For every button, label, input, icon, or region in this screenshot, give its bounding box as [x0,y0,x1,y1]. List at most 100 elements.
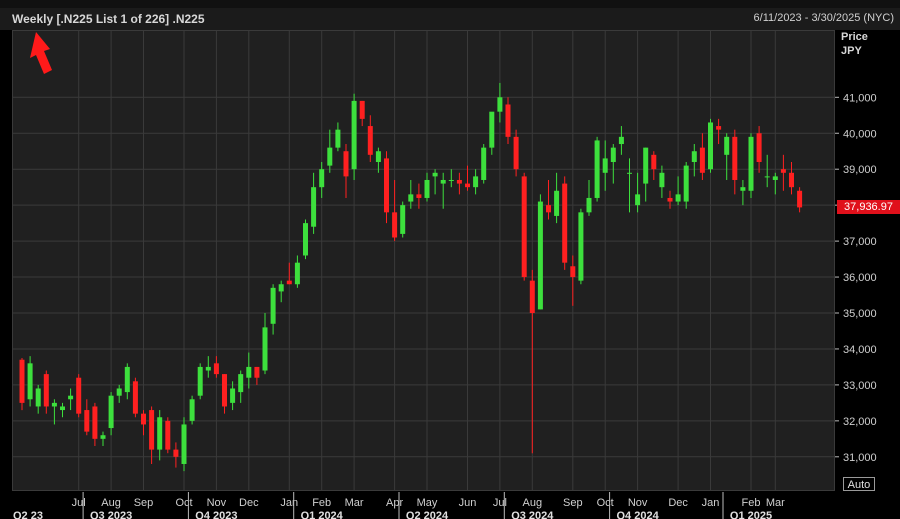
candle-body [392,212,398,238]
candle-body [699,147,705,173]
candle [570,255,576,306]
candle [108,392,114,436]
candle [294,255,300,288]
month-tick-label: Sep [563,497,583,509]
candle-body [489,111,495,148]
candle-body [173,449,179,457]
candle-body [92,406,98,439]
candle [303,219,308,260]
candle-body [343,151,349,177]
candle [124,363,130,400]
candle [554,172,560,224]
candle [732,129,738,195]
candle-body [594,140,600,198]
candle [699,133,705,180]
candle-body [424,179,430,198]
time-tick-labels: Jul Aug Sep Oct Nov Dec Jan Feb Mar Apr May Jun Jul A… [13,492,785,519]
candle [35,384,41,414]
candle [213,356,219,378]
auto-scale-button[interactable]: Auto [843,477,875,491]
candle-body [465,183,470,188]
candle-body [375,151,381,163]
month-tick-label: Apr [386,497,403,509]
candle-body [537,201,543,310]
candle-body [780,169,786,173]
candle-body [141,413,146,425]
candle [797,187,803,213]
candle [367,115,373,163]
candle-body [586,197,592,213]
quarter-tick-label: Q2 23 [13,510,43,519]
candle-body [238,374,244,393]
candle [319,162,325,198]
candle [667,190,673,209]
candle-body [108,395,114,429]
candle [165,417,171,454]
candle-body [189,399,195,421]
candle-body [481,147,487,180]
candle-body [359,100,365,119]
candle [230,381,236,411]
candle [408,179,414,209]
candle-body [716,126,722,130]
candle [189,395,195,425]
candle [384,151,389,224]
candle-body [473,176,479,188]
candle-body [505,104,511,137]
candle-body [384,158,389,213]
candle [270,284,276,335]
candle-body [708,122,713,170]
candle [562,176,568,270]
candle-body [683,165,689,202]
month-tick-label: Nov [207,497,227,509]
candle-body [789,172,794,188]
candle [262,313,268,375]
price-tick-label: 39,000 [843,164,877,176]
candle-body [562,183,568,263]
candle-body [43,374,49,407]
candle [691,144,697,177]
candle-body [529,280,535,313]
candle [311,172,317,234]
candle-body [205,366,211,371]
candle-body [513,136,519,170]
candle-body [213,363,219,375]
price-tick-label: 31,000 [843,452,877,464]
candle-body [124,366,130,393]
candle-body [351,100,357,170]
candle-body [546,205,551,213]
candle [181,417,187,472]
candle-body [732,136,738,180]
candle-body [618,136,624,145]
candle-body [278,284,284,292]
quarter-tick-label: Q3 2023 [90,510,132,519]
candle-body [554,190,560,216]
month-tick-label: Oct [175,497,192,509]
candle-body [84,410,90,432]
candle [19,357,25,411]
month-tick-label: Oct [597,497,614,509]
candle [456,172,462,195]
month-tick-label: Jan [702,497,720,509]
candle-body [627,172,632,174]
candle [351,93,357,180]
candle-body [432,172,438,177]
candle [424,172,430,202]
candle [708,118,713,173]
grid-lines [13,31,834,490]
candle-body [797,190,803,208]
price-tick-label: 36,000 [843,272,877,284]
candle [618,126,624,155]
candle [149,406,155,464]
candle [335,122,341,152]
candle [132,377,138,418]
candle-body [262,327,268,371]
candle-body [319,169,325,188]
candle-body [335,129,341,148]
candle [448,169,454,188]
candle [197,363,203,400]
month-tick-label: Feb [312,497,331,509]
candlestick-chart[interactable]: 31,000 32,000 33,000 34,000 35,000 36,000 37,0… [0,0,900,519]
candle [141,410,146,436]
month-tick-label: May [417,497,438,509]
